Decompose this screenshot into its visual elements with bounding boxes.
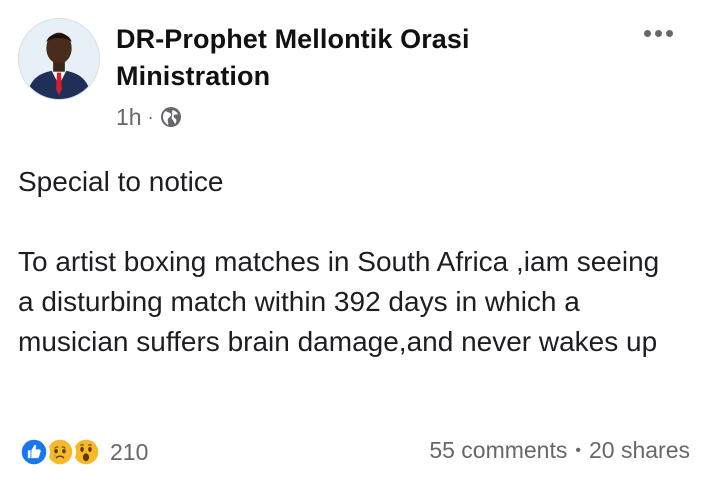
profile-photo: [19, 19, 99, 99]
post-text-paragraph: To artist boxing matches in South Africa…: [18, 246, 660, 357]
post-timestamp[interactable]: 1h: [116, 104, 142, 131]
more-dot-icon: [665, 29, 673, 37]
comments-count-link[interactable]: 55 comments: [429, 437, 567, 464]
stats-separator: •: [575, 441, 581, 459]
more-dot-icon: [643, 29, 651, 37]
globe-icon: [160, 106, 182, 128]
author-name[interactable]: DR-Prophet Mellontik Orasi Ministration: [116, 21, 556, 95]
like-icon: [18, 436, 50, 468]
post-meta: 1h ·: [116, 103, 182, 131]
more-options-button[interactable]: [638, 20, 678, 46]
reaction-count: 210: [110, 438, 149, 465]
shares-count-link[interactable]: 20 shares: [589, 437, 690, 464]
post-text-paragraph: Special to notice: [18, 166, 224, 197]
post-stats: 55 comments • 20 shares: [429, 437, 690, 464]
post-header: DR-Prophet Mellontik Orasi Ministration …: [0, 0, 714, 140]
post-footer: 210 55 comments • 20 shares: [0, 430, 714, 474]
meta-separator: ·: [147, 106, 154, 127]
more-dot-icon: [654, 29, 662, 37]
avatar[interactable]: [18, 18, 100, 100]
post-body: Special to notice To artist boxing match…: [18, 162, 678, 362]
reactions-summary[interactable]: 210: [18, 434, 148, 470]
